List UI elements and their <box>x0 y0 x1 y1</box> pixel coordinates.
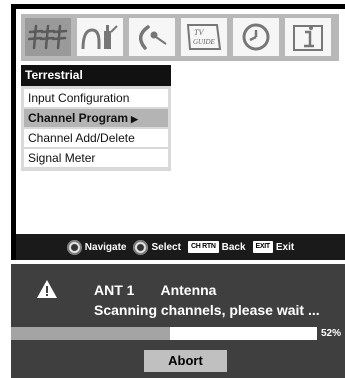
tv-guide-icon-label-2: GUIDE <box>193 38 215 46</box>
scan-progress-fill <box>11 327 171 340</box>
navigation-hint-bar: Navigate Select CH RTN Back EXIT Exit <box>16 234 345 260</box>
audio-icon[interactable] <box>77 18 123 56</box>
menu-item-signal-meter[interactable]: Signal Meter <box>24 149 168 167</box>
warning-icon <box>37 280 57 298</box>
tv-menu-frame: TV GUIDE Terrestrial Input Configuration… <box>11 4 345 260</box>
tv-guide-icon[interactable]: TV GUIDE <box>181 18 227 56</box>
select-pad-icon <box>133 239 149 255</box>
navigate-pad-icon <box>66 239 82 255</box>
abort-button[interactable]: Abort <box>144 350 227 372</box>
antenna-type: Antenna <box>160 282 217 298</box>
channel-scan-dialog: ANT 1 Antenna Scanning channels, please w… <box>11 264 345 378</box>
scan-progress-bar <box>11 327 317 340</box>
exit-hint: EXIT Exit <box>252 241 295 253</box>
menu-item-input-configuration[interactable]: Input Configuration <box>24 89 168 107</box>
clock-icon[interactable] <box>233 18 279 56</box>
menu-screen: TV GUIDE Terrestrial Input Configuration… <box>16 9 345 260</box>
ch-rtn-key-icon: CH RTN <box>187 241 219 253</box>
navigate-hint: Navigate <box>66 239 127 255</box>
back-label: Back <box>221 241 246 253</box>
submenu-arrow-icon: ▶ <box>131 114 138 124</box>
exit-key-icon: EXIT <box>252 241 273 253</box>
antenna-icon[interactable] <box>25 18 71 56</box>
select-label: Select <box>151 241 181 253</box>
menu-icon-bar: TV GUIDE <box>21 14 339 61</box>
tv-guide-icon-label-1: TV <box>194 28 204 37</box>
back-hint: CH RTN Back <box>187 241 246 253</box>
menu-item-label: Input Configuration <box>28 91 130 105</box>
info-icon[interactable] <box>285 18 331 56</box>
exit-label: Exit <box>275 241 295 253</box>
antenna-id: ANT 1 <box>94 282 135 298</box>
menu-item-label: Signal Meter <box>28 151 96 165</box>
menu-item-label: Channel Program <box>28 111 129 125</box>
menu-title: Terrestrial <box>21 65 171 86</box>
menu-item-label: Channel Add/Delete <box>28 131 135 145</box>
satellite-dish-icon[interactable] <box>129 18 175 56</box>
menu-item-channel-add-delete[interactable]: Channel Add/Delete <box>24 129 168 147</box>
menu-item-channel-program[interactable]: Channel Program ▶ <box>24 109 168 127</box>
antenna-info: ANT 1 Antenna <box>94 282 216 298</box>
navigate-label: Navigate <box>84 241 127 253</box>
scan-progress-percent: 52% <box>321 328 342 339</box>
menu-list: Input Configuration Channel Program ▶ Cha… <box>21 86 171 171</box>
scan-status-message: Scanning channels, please wait ... <box>94 302 320 318</box>
select-hint: Select <box>133 239 181 255</box>
